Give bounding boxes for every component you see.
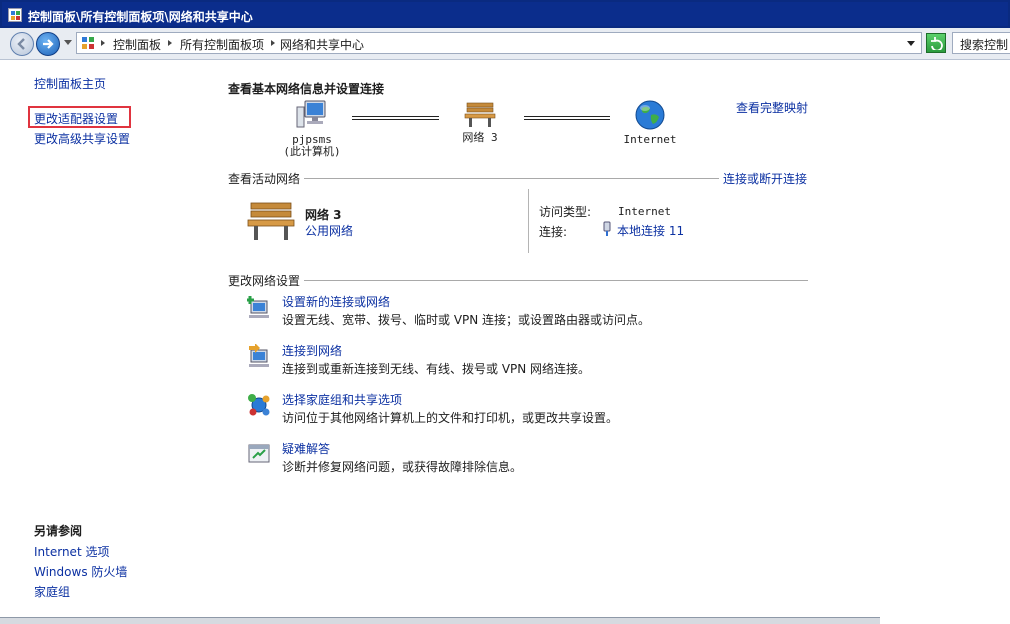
change-settings-header: 更改网络设置 (228, 272, 808, 288)
address-toolbar: 控制面板 所有控制面板项 网络和共享中心 搜索控制 (0, 28, 1010, 60)
status-strip (0, 617, 880, 624)
vertical-divider (528, 189, 529, 253)
windows-firewall-link[interactable]: Windows 防火墙 (34, 563, 127, 580)
breadcrumb-all-items[interactable]: 所有控制面板项 (180, 36, 264, 53)
new-connection-icon (247, 296, 269, 318)
section-divider (304, 178, 719, 179)
breadcrumb-network-center[interactable]: 网络和共享中心 (280, 36, 364, 53)
task-title-troubleshoot[interactable]: 疑难解答 (282, 440, 330, 457)
refresh-button[interactable] (926, 33, 946, 53)
task-title-new-connection[interactable]: 设置新的连接或网络 (282, 293, 390, 310)
window-title: 控制面板\所有控制面板项\网络和共享中心 (28, 10, 253, 24)
control-panel-home-link[interactable]: 控制面板主页 (34, 75, 106, 92)
homegroup-link[interactable]: 家庭组 (34, 583, 70, 600)
search-input[interactable]: 搜索控制 (952, 32, 1010, 54)
ethernet-plug-icon (603, 221, 611, 236)
refresh-icon (931, 37, 943, 50)
view-full-map-link[interactable]: 查看完整映射 (736, 99, 808, 116)
connect-network-icon (249, 344, 269, 367)
troubleshoot-icon (248, 444, 270, 463)
map-network-node[interactable]: 网络 3 (450, 101, 510, 144)
active-network-name: 网络 3 (305, 208, 342, 222)
task-title-homegroup[interactable]: 选择家庭组和共享选项 (282, 391, 402, 408)
title-bar: 控制面板\所有控制面板项\网络和共享中心 (0, 0, 1010, 28)
internet-options-link[interactable]: Internet 选项 (34, 543, 109, 560)
internet-label: Internet (623, 133, 677, 146)
forward-button[interactable] (36, 32, 60, 56)
homegroup-icon (248, 394, 270, 416)
map-link-line (524, 116, 610, 120)
recent-pages-dropdown[interactable] (64, 40, 72, 45)
section-divider (304, 280, 808, 281)
page-heading: 查看基本网络信息并设置连接 (228, 82, 385, 96)
chevron-right-icon[interactable] (168, 40, 172, 46)
task-desc-homegroup: 访问位于其他网络计算机上的文件和打印机，或更改共享设置。 (282, 411, 619, 425)
network-sharing-center-window: 控制面板\所有控制面板项\网络和共享中心 控制面板 所有控制面板项 网络和共享中… (0, 0, 1010, 624)
map-link-line (352, 116, 439, 120)
task-desc-connect-network: 连接到或重新连接到无线、有线、拨号或 VPN 网络连接。 (282, 362, 591, 376)
left-nav-pane: 控制面板主页 更改适配器设置 更改高级共享设置 另请参阅 Internet 选项… (0, 61, 210, 618)
address-dropdown[interactable] (907, 41, 915, 46)
connections-label: 连接: (539, 225, 568, 239)
computer-icon (296, 100, 326, 128)
chevron-right-icon[interactable] (271, 40, 275, 46)
active-networks-title: 查看活动网络 (228, 172, 301, 186)
chevron-right-icon[interactable] (101, 40, 105, 46)
forward-arrow-icon (43, 39, 54, 49)
content-area: 控制面板主页 更改适配器设置 更改高级共享设置 另请参阅 Internet 选项… (0, 61, 1010, 618)
task-desc-new-connection: 设置无线、宽带、拨号、临时或 VPN 连接；或设置路由器或访问点。 (282, 313, 651, 327)
address-field[interactable]: 控制面板 所有控制面板项 网络和共享中心 (76, 32, 922, 54)
map-internet-node[interactable]: Internet (620, 99, 680, 146)
network-type-link[interactable]: 公用网络 (305, 222, 353, 239)
advanced-sharing-settings-link[interactable]: 更改高级共享设置 (34, 130, 130, 147)
connect-disconnect-link[interactable]: 连接或断开连接 (723, 170, 807, 187)
control-panel-icon (8, 8, 22, 22)
task-desc-troubleshoot: 诊断并修复网络问题，或获得故障排除信息。 (282, 460, 523, 474)
map-computer-node[interactable]: pjpsms (此计算机) (282, 99, 342, 158)
search-placeholder: 搜索控制 (960, 38, 1009, 52)
see-also-heading: 另请参阅 (34, 524, 83, 538)
access-type-label: 访问类型: (539, 205, 592, 219)
back-arrow-icon (17, 38, 25, 50)
control-panel-icon (82, 37, 94, 49)
internet-globe-icon (635, 100, 665, 130)
back-button[interactable] (10, 32, 34, 56)
task-title-connect-network[interactable]: 连接到网络 (282, 342, 342, 359)
active-networks-header: 查看活动网络 连接或断开连接 (228, 170, 808, 186)
local-connection-link[interactable]: 本地连接 11 (617, 222, 684, 239)
change-settings-title: 更改网络设置 (228, 274, 301, 288)
network-bench-icon (464, 102, 496, 127)
network-bench-icon (247, 202, 295, 240)
network-label: 网络 3 (462, 131, 498, 144)
change-adapter-settings-link[interactable]: 更改适配器设置 (34, 110, 118, 127)
computer-caption: (此计算机) (283, 145, 341, 158)
breadcrumb-control-panel[interactable]: 控制面板 (113, 36, 161, 53)
access-type-value: Internet (618, 205, 671, 218)
